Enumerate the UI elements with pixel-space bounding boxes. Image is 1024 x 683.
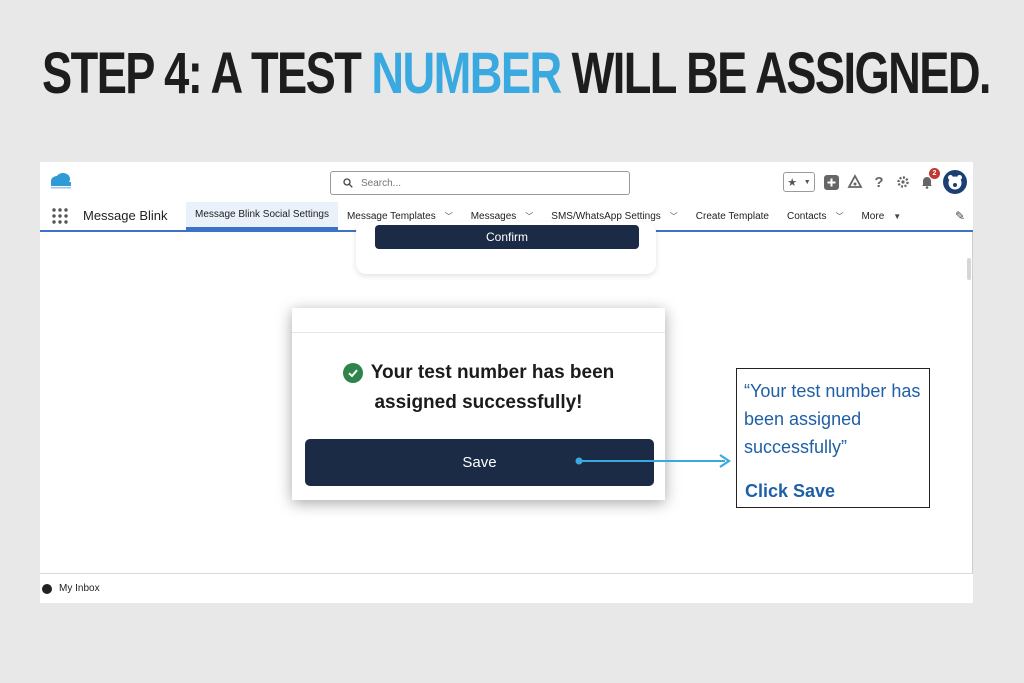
search-input[interactable] bbox=[359, 176, 603, 190]
success-text-1: Your test number has been bbox=[370, 362, 615, 383]
caret-down-icon: ▼ bbox=[893, 211, 902, 221]
chat-bubble-icon bbox=[42, 583, 52, 594]
instruction-callout: “Your test number has been assigned succ… bbox=[736, 368, 930, 508]
tab-label: Message Blink Social Settings bbox=[195, 209, 329, 220]
global-actions-button[interactable] bbox=[823, 174, 839, 190]
tab-contacts[interactable]: Contacts ﹀ bbox=[778, 202, 852, 230]
help-button[interactable]: ? bbox=[871, 173, 887, 191]
tab-label: Contacts bbox=[787, 210, 827, 222]
chevron-down-icon[interactable]: ﹀ bbox=[670, 211, 678, 222]
global-header: ★▼ ? 2 bbox=[40, 162, 973, 202]
headline-part-1: STEP 4: A TEST bbox=[42, 41, 372, 106]
app-launcher-icon[interactable] bbox=[52, 208, 68, 224]
success-message-line-1: Your test number has been bbox=[292, 362, 665, 384]
chevron-down-icon[interactable]: ﹀ bbox=[445, 211, 453, 222]
tab-label: Messages bbox=[470, 210, 517, 222]
confirm-button[interactable]: Confirm bbox=[375, 225, 639, 249]
success-modal: Your test number has been assigned succe… bbox=[292, 308, 665, 500]
callout-quote: “Your test number has been assigned succ… bbox=[744, 381, 921, 457]
utility-bar: My Inbox bbox=[40, 573, 973, 603]
scrollbar-thumb[interactable] bbox=[967, 258, 971, 280]
header-tools: ★ ▼ ? 2 bbox=[783, 168, 967, 195]
save-button[interactable]: Save bbox=[305, 439, 654, 486]
tab-message-blink-social-settings[interactable]: Message Blink Social Settings bbox=[186, 202, 338, 230]
tab-label: Message Templates bbox=[346, 210, 436, 222]
bear-avatar-icon bbox=[948, 175, 962, 190]
page-headline: STEP 4: A TEST NUMBER WILL BE ASSIGNED. bbox=[42, 40, 992, 107]
my-inbox-item[interactable]: My Inbox bbox=[42, 583, 100, 594]
tab-label: Create Template bbox=[695, 210, 769, 222]
app-name: Message Blink bbox=[83, 208, 168, 223]
tab-more[interactable]: More ▼ bbox=[852, 202, 910, 230]
favorites-button[interactable]: ★ ▼ bbox=[783, 172, 815, 192]
user-avatar[interactable] bbox=[943, 170, 967, 194]
headline-part-2: WILL BE ASSIGNED. bbox=[560, 41, 992, 106]
star-icon: ★ bbox=[787, 176, 798, 189]
global-search[interactable] bbox=[330, 171, 630, 195]
caret-down-icon: ▼ bbox=[803, 178, 811, 186]
chevron-down-icon[interactable]: ﹀ bbox=[525, 211, 533, 222]
edit-nav-pencil-icon[interactable]: ✎ bbox=[955, 209, 965, 223]
cloud-logo-icon bbox=[48, 172, 74, 190]
search-icon bbox=[343, 178, 353, 188]
chevron-down-icon[interactable]: ﹀ bbox=[835, 211, 843, 222]
gear-icon bbox=[897, 176, 909, 188]
tab-create-template[interactable]: Create Template bbox=[687, 202, 778, 230]
tab-label: SMS/WhatsApp Settings bbox=[551, 210, 661, 222]
tab-label: More bbox=[861, 210, 885, 222]
notification-count-badge: 2 bbox=[929, 168, 940, 179]
plus-icon bbox=[823, 174, 839, 190]
success-message-line-2: assigned successfully! bbox=[374, 392, 583, 413]
settings-card: Confirm bbox=[356, 222, 656, 274]
check-circle-icon bbox=[342, 363, 363, 383]
content-border bbox=[972, 232, 973, 573]
trailhead-button[interactable] bbox=[847, 174, 863, 190]
modal-divider bbox=[292, 332, 665, 333]
notifications-button[interactable]: 2 bbox=[919, 168, 940, 190]
my-inbox-label: My Inbox bbox=[59, 583, 100, 594]
trailhead-icon bbox=[847, 174, 863, 188]
setup-button[interactable] bbox=[895, 174, 911, 190]
question-icon: ? bbox=[874, 173, 884, 191]
headline-highlight: NUMBER bbox=[371, 41, 562, 106]
callout-action: Click Save bbox=[745, 481, 836, 501]
